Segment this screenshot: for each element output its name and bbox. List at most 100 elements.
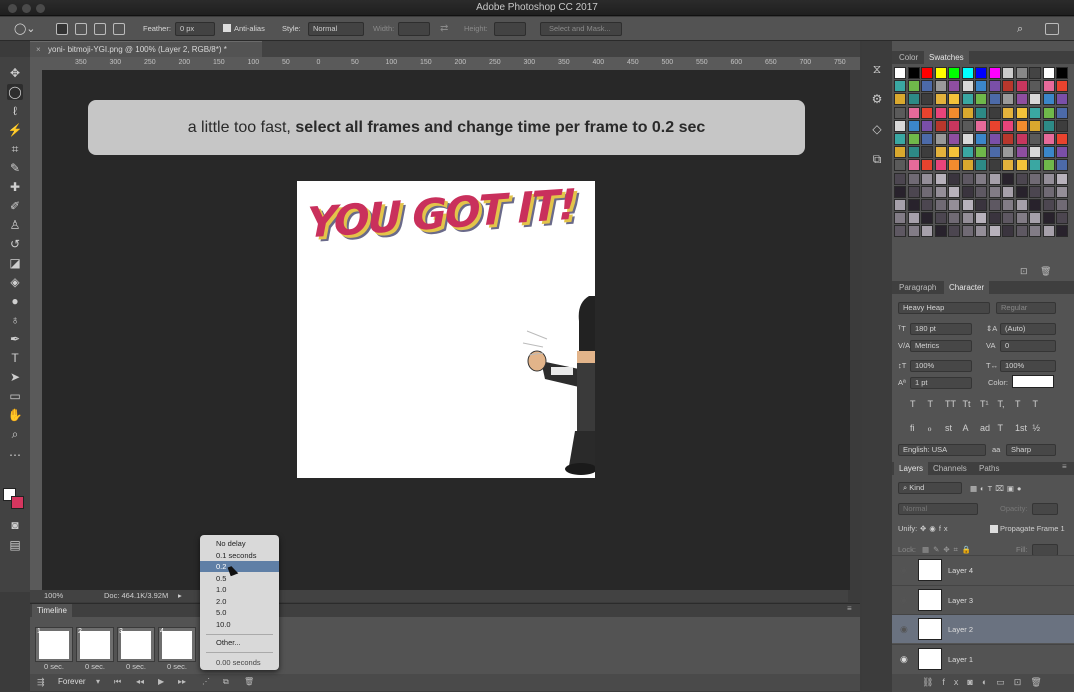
color-swatch[interactable] xyxy=(948,67,960,79)
color-swatch[interactable] xyxy=(1056,106,1068,119)
color-swatch[interactable] xyxy=(1015,185,1028,198)
animation-frame[interactable]: 2 xyxy=(76,627,114,662)
brush-tool-icon[interactable]: ✐ xyxy=(7,198,23,214)
color-swatch[interactable] xyxy=(961,93,974,106)
color-swatch[interactable] xyxy=(948,146,960,159)
rectangle-tool-icon[interactable]: ▭ xyxy=(7,388,23,404)
baseline-shift-field[interactable]: 1 pt xyxy=(910,377,972,389)
color-swatch[interactable] xyxy=(975,185,987,198)
intersect-selection-icon[interactable] xyxy=(113,23,125,35)
loop-select[interactable]: Forever xyxy=(58,677,86,686)
color-swatch[interactable] xyxy=(934,106,947,119)
color-swatch[interactable] xyxy=(975,133,987,145)
magic-wand-icon[interactable]: ⚡ xyxy=(7,122,23,138)
color-swatch[interactable] xyxy=(1002,199,1014,211)
previous-frame-icon[interactable]: ◂◂ xyxy=(136,677,144,686)
color-swatch[interactable] xyxy=(1015,106,1028,119)
color-swatch[interactable] xyxy=(1015,212,1028,225)
color-swatch[interactable] xyxy=(961,106,974,119)
width-input[interactable] xyxy=(398,22,430,36)
color-swatch[interactable] xyxy=(975,199,987,211)
color-swatch[interactable] xyxy=(1042,225,1055,238)
color-swatch[interactable] xyxy=(948,93,960,106)
color-swatch[interactable] xyxy=(1056,93,1068,106)
color-swatch[interactable] xyxy=(975,106,987,119)
color-swatch[interactable] xyxy=(1002,172,1014,185)
add-selection-icon[interactable] xyxy=(75,23,87,35)
horizontal-scale-field[interactable]: 100% xyxy=(1000,360,1056,372)
adjustments-panel-icon[interactable]: ⚙ xyxy=(869,91,885,107)
color-swatch[interactable] xyxy=(1002,159,1014,172)
color-swatch[interactable] xyxy=(961,159,974,172)
history-panel-icon[interactable]: ⧖ xyxy=(869,61,885,77)
new-selection-icon[interactable] xyxy=(56,23,68,35)
color-swatch[interactable] xyxy=(894,212,906,225)
convert-timeline-icon[interactable]: ⇶ xyxy=(37,677,45,688)
search-icon[interactable]: ⌕ xyxy=(1017,23,1023,35)
type-style-button[interactable]: T, xyxy=(998,399,1005,409)
unify-icons[interactable]: ✥◉fx xyxy=(920,524,951,533)
color-swatch[interactable] xyxy=(934,159,947,172)
delay-option[interactable]: 0.5 xyxy=(200,573,279,584)
color-swatch[interactable] xyxy=(921,225,933,238)
color-swatch[interactable] xyxy=(1002,225,1014,238)
color-swatch[interactable] xyxy=(948,225,960,238)
color-swatch[interactable] xyxy=(1015,80,1028,93)
color-swatch[interactable] xyxy=(1029,225,1041,238)
new-swatch-icon[interactable]: ⊡ xyxy=(1020,266,1028,277)
type-style-button[interactable]: 1st xyxy=(1015,423,1027,433)
loop-dropdown-icon[interactable]: ▾ xyxy=(96,677,100,686)
color-swatch[interactable] xyxy=(907,146,920,159)
color-swatch[interactable] xyxy=(921,93,933,106)
color-swatch[interactable] xyxy=(1015,67,1028,79)
color-swatch[interactable] xyxy=(1029,159,1041,172)
color-swatch[interactable] xyxy=(1015,133,1028,145)
color-swatch[interactable] xyxy=(921,67,933,79)
color-swatch[interactable] xyxy=(1042,119,1055,132)
layer-actions-icons[interactable]: ⛓fx◙◐▭⊡🗑 xyxy=(922,677,1051,688)
color-swatch[interactable] xyxy=(1029,212,1041,225)
height-input[interactable] xyxy=(494,22,526,36)
color-swatch[interactable] xyxy=(1056,133,1068,145)
close-tab-icon[interactable]: × xyxy=(36,42,41,57)
lasso-tool-icon[interactable]: ℓ xyxy=(7,103,23,119)
color-swatch[interactable] xyxy=(988,159,1001,172)
visibility-eye-icon[interactable]: ◉ xyxy=(900,654,908,665)
type-style-button[interactable]: A xyxy=(963,423,969,433)
background-color-swatch[interactable] xyxy=(11,496,24,509)
timeline-tab[interactable]: Timeline xyxy=(32,604,72,617)
color-swatch[interactable] xyxy=(934,119,947,132)
layer-row[interactable]: ◉ Layer 3 xyxy=(892,584,1074,614)
delay-option[interactable]: 5.0 xyxy=(200,607,279,618)
delay-option[interactable]: 10.0 xyxy=(200,619,279,630)
tracking-field[interactable]: 0 xyxy=(1000,340,1056,352)
color-swatch[interactable] xyxy=(1056,80,1068,93)
color-swatch[interactable] xyxy=(1002,93,1014,106)
type-style-button[interactable]: st xyxy=(945,423,952,433)
pen-tool-icon[interactable]: ✒ xyxy=(7,331,23,347)
color-swatch[interactable] xyxy=(1002,106,1014,119)
color-swatch[interactable] xyxy=(1002,119,1014,132)
history-brush-icon[interactable]: ↺ xyxy=(7,236,23,252)
visibility-eye-icon[interactable]: ◉ xyxy=(900,624,908,635)
layer-row[interactable]: ◉ Layer 1 xyxy=(892,643,1074,673)
color-swatch[interactable] xyxy=(1056,159,1068,172)
anti-alias-method-select[interactable]: Sharp xyxy=(1006,444,1056,456)
crop-tool-icon[interactable]: ⌗ xyxy=(7,141,23,157)
type-style-button[interactable]: T¹ xyxy=(980,399,989,409)
color-swatch[interactable] xyxy=(1029,106,1041,119)
color-swatch[interactable] xyxy=(907,199,920,211)
font-size-field[interactable]: 180 pt xyxy=(910,323,972,335)
type-tool-icon[interactable]: T xyxy=(7,350,23,366)
color-swatch[interactable] xyxy=(961,80,974,93)
color-swatch[interactable] xyxy=(1056,185,1068,198)
marquee-preset-icon[interactable]: ◯⌄ xyxy=(14,23,36,35)
animation-frame[interactable]: 1 xyxy=(35,627,73,662)
zoom-level[interactable]: 100% xyxy=(44,591,63,600)
color-swatch[interactable] xyxy=(1029,93,1041,106)
tab-paragraph[interactable]: Paragraph xyxy=(894,281,941,294)
frame-delay-select[interactable]: 0 sec. xyxy=(76,662,114,671)
color-swatch[interactable] xyxy=(1002,212,1014,225)
color-swatch[interactable] xyxy=(1042,146,1055,159)
color-swatch[interactable] xyxy=(1002,133,1014,145)
